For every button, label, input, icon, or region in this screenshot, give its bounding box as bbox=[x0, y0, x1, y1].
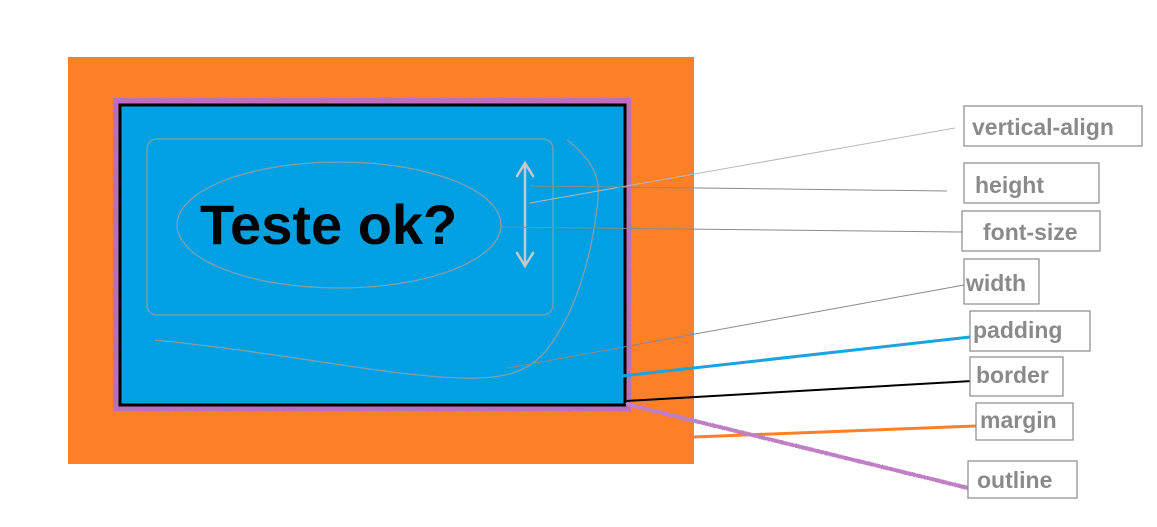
label-font-size: font-size bbox=[961, 210, 1101, 252]
svg-text:margin: margin bbox=[980, 407, 1057, 433]
label-margin: margin bbox=[975, 402, 1074, 441]
svg-text:padding: padding bbox=[973, 317, 1062, 343]
label-padding: padding bbox=[969, 310, 1091, 352]
label-border: border bbox=[969, 356, 1064, 397]
svg-text:outline: outline bbox=[977, 467, 1052, 493]
label-outline: outline bbox=[967, 460, 1078, 499]
label-height: height bbox=[963, 162, 1100, 204]
svg-text:font-size: font-size bbox=[983, 219, 1078, 245]
label-vertical-align: vertical-align bbox=[963, 105, 1143, 147]
svg-text:border: border bbox=[976, 362, 1049, 388]
css-box-model-diagram: Teste ok? vertical-align height font-siz… bbox=[68, 57, 1143, 499]
svg-text:width: width bbox=[965, 270, 1026, 296]
svg-text:height: height bbox=[975, 172, 1044, 198]
sample-text: Teste ok? bbox=[200, 193, 457, 256]
label-width: width bbox=[963, 258, 1040, 305]
svg-text:vertical-align: vertical-align bbox=[972, 114, 1114, 140]
